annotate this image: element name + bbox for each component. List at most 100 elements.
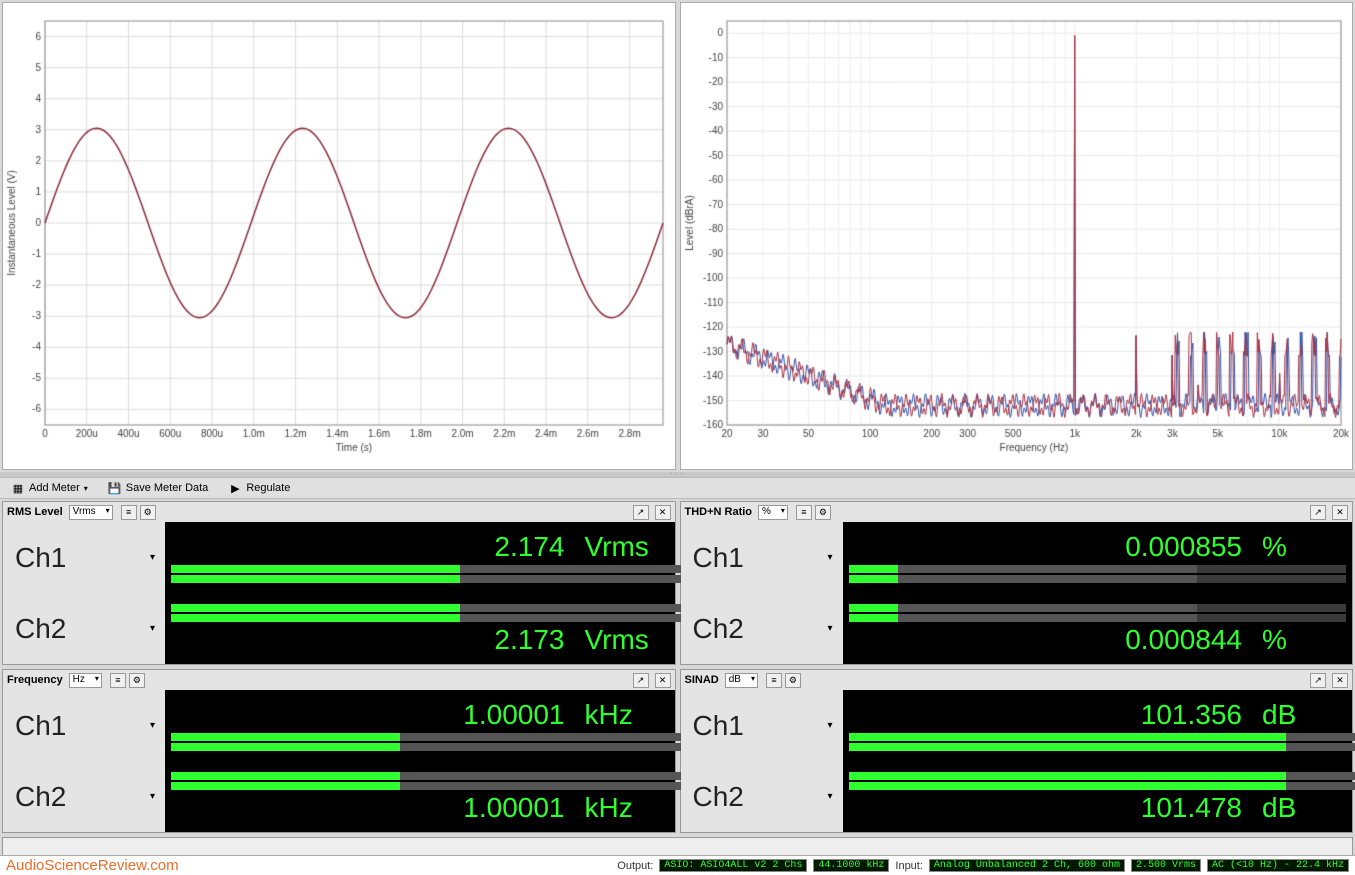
meter-toolbar: ▦ Add Meter ▾ 💾 Save Meter Data ▶ Regula… — [0, 477, 1355, 499]
meter-unit: Vrms — [585, 624, 665, 656]
gear-icon[interactable]: ⚙ — [129, 673, 145, 688]
meter-title: Frequency — [7, 674, 63, 686]
meter-bar — [171, 614, 669, 622]
meter-unit: dB — [1262, 792, 1342, 824]
channel-row: Ch1 101.356dB — [681, 690, 1353, 761]
popout-icon[interactable]: ↗ — [1310, 505, 1326, 520]
meter-bar — [849, 604, 1347, 612]
channel-row: Ch1 2.174 Vrms — [3, 522, 675, 593]
meter-header: SINAD dB ≡ ⚙ ↗ ✕ — [681, 670, 1353, 690]
meter-value: 2.173 — [494, 624, 564, 656]
plus-icon: ▦ — [11, 481, 25, 495]
channel-label[interactable]: Ch2 — [681, 593, 843, 664]
channel-label[interactable]: Ch2 — [681, 761, 843, 832]
input-value[interactable]: Analog Unbalanced 2 Ch, 600 ohm — [929, 859, 1125, 872]
popout-icon[interactable]: ↗ — [633, 505, 649, 520]
meter-unit: % — [1262, 624, 1342, 656]
close-icon[interactable]: ✕ — [655, 673, 671, 688]
bw-value[interactable]: AC (<10 Hz) - 22.4 kHz — [1207, 859, 1349, 872]
watermark: AudioScienceReview.com — [6, 857, 179, 874]
channel-label[interactable]: Ch1 — [681, 690, 843, 761]
channel-label[interactable]: Ch2 — [3, 593, 165, 664]
meter-value: 1.00001 — [463, 792, 564, 824]
regulate-label: Regulate — [246, 482, 290, 494]
gear-icon[interactable]: ⚙ — [815, 505, 831, 520]
channel-row: Ch1 0.000855% — [681, 522, 1353, 593]
meter-bar — [171, 575, 669, 583]
splitter[interactable] — [0, 472, 1355, 477]
meter-rms-level: RMS Level Vrms ≡ ⚙ ↗ ✕ Ch1 2.174Vrms — [2, 501, 676, 665]
unit-select[interactable]: Hz — [69, 673, 102, 688]
scope-panel: Scope Chord Mojo USB Input — [2, 2, 676, 470]
save-icon: 💾 — [108, 481, 122, 495]
gear-icon[interactable]: ⚙ — [785, 673, 801, 688]
dropdown-arrow-icon: ▾ — [84, 484, 88, 493]
meter-value: 1.00001 — [463, 699, 564, 731]
meter-sinad: SINAD dB ≡ ⚙ ↗ ✕ Ch1 101.356dB — [680, 669, 1354, 833]
meter-bar — [171, 565, 669, 573]
play-icon: ▶ — [228, 481, 242, 495]
vrms-value[interactable]: 2.500 Vrms — [1131, 859, 1201, 872]
save-meter-label: Save Meter Data — [126, 482, 209, 494]
meter-bar — [171, 604, 669, 612]
save-meter-button[interactable]: 💾 Save Meter Data — [103, 479, 214, 497]
channel-label[interactable]: Ch1 — [681, 522, 843, 593]
unit-select[interactable]: % — [758, 505, 788, 520]
close-icon[interactable]: ✕ — [1332, 505, 1348, 520]
fft-canvas[interactable] — [681, 3, 1351, 463]
meter-value: 2.174 — [494, 531, 564, 563]
gear-icon[interactable]: ⚙ — [140, 505, 156, 520]
samplerate-value[interactable]: 44.1000 kHz — [813, 859, 889, 872]
meter-header: Frequency Hz ≡ ⚙ ↗ ✕ — [3, 670, 675, 690]
channel-row: Ch1 1.00001 kHz — [3, 690, 675, 761]
meter-thd-n-ratio: THD+N Ratio % ≡ ⚙ ↗ ✕ Ch1 0.000855% — [680, 501, 1354, 665]
meter-bar — [171, 772, 669, 780]
meter-unit: % — [1262, 531, 1342, 563]
meter-bar — [849, 575, 1347, 583]
meter-frequency: Frequency Hz ≡ ⚙ ↗ ✕ Ch1 1.00001 kHz — [2, 669, 676, 833]
channel-row: Ch2 0.000844% — [681, 593, 1353, 664]
meter-body: Ch1 2.174 Vrms Ch2 — [3, 522, 675, 664]
meter-bar — [849, 743, 1347, 751]
meter-title: SINAD — [685, 674, 719, 686]
scope-canvas[interactable] — [3, 3, 673, 463]
meter-value: 0.000855 — [1125, 531, 1242, 563]
meter-unit: kHz — [585, 699, 665, 731]
meter-bar — [849, 782, 1347, 790]
meter-bar — [171, 733, 669, 741]
meter-unit: Vrms — [585, 531, 665, 563]
meter-bar — [171, 782, 669, 790]
meter-value: 0.000844 — [1125, 624, 1242, 656]
meter-body: Ch1 0.000855% Ch2 — [681, 522, 1353, 664]
meter-bar — [849, 772, 1347, 780]
close-icon[interactable]: ✕ — [1332, 673, 1348, 688]
meter-bar — [849, 565, 1347, 573]
output-label: Output: — [617, 860, 653, 872]
status-bar: AudioScienceReview.com Output: ASIO: ASI… — [0, 855, 1355, 875]
channel-label[interactable]: Ch1 — [3, 690, 165, 761]
meter-body: Ch1 1.00001 kHz Ch2 — [3, 690, 675, 832]
meter-bar — [849, 733, 1347, 741]
channel-row: Ch2 2.173 Vrms — [3, 593, 675, 664]
bars-icon[interactable]: ≡ — [121, 505, 137, 520]
bars-icon[interactable]: ≡ — [110, 673, 126, 688]
meter-grid: RMS Level Vrms ≡ ⚙ ↗ ✕ Ch1 2.174Vrms — [0, 499, 1355, 835]
channel-label[interactable]: Ch2 — [3, 761, 165, 832]
bars-icon[interactable]: ≡ — [766, 673, 782, 688]
meter-unit: dB — [1262, 699, 1342, 731]
channel-label[interactable]: Ch1 — [3, 522, 165, 593]
regulate-button[interactable]: ▶ Regulate — [223, 479, 295, 497]
meter-header: THD+N Ratio % ≡ ⚙ ↗ ✕ — [681, 502, 1353, 522]
meter-unit: kHz — [585, 792, 665, 824]
close-icon[interactable]: ✕ — [655, 505, 671, 520]
add-meter-label: Add Meter — [29, 482, 80, 494]
meter-bar — [171, 743, 669, 751]
popout-icon[interactable]: ↗ — [633, 673, 649, 688]
add-meter-button[interactable]: ▦ Add Meter ▾ — [6, 479, 93, 497]
popout-icon[interactable]: ↗ — [1310, 673, 1326, 688]
unit-select[interactable]: Vrms — [69, 505, 113, 520]
bars-icon[interactable]: ≡ — [796, 505, 812, 520]
channel-row: Ch2 101.478dB — [681, 761, 1353, 832]
unit-select[interactable]: dB — [725, 673, 758, 688]
output-value[interactable]: ASIO: ASIO4ALL v2 2 Chs — [659, 859, 807, 872]
